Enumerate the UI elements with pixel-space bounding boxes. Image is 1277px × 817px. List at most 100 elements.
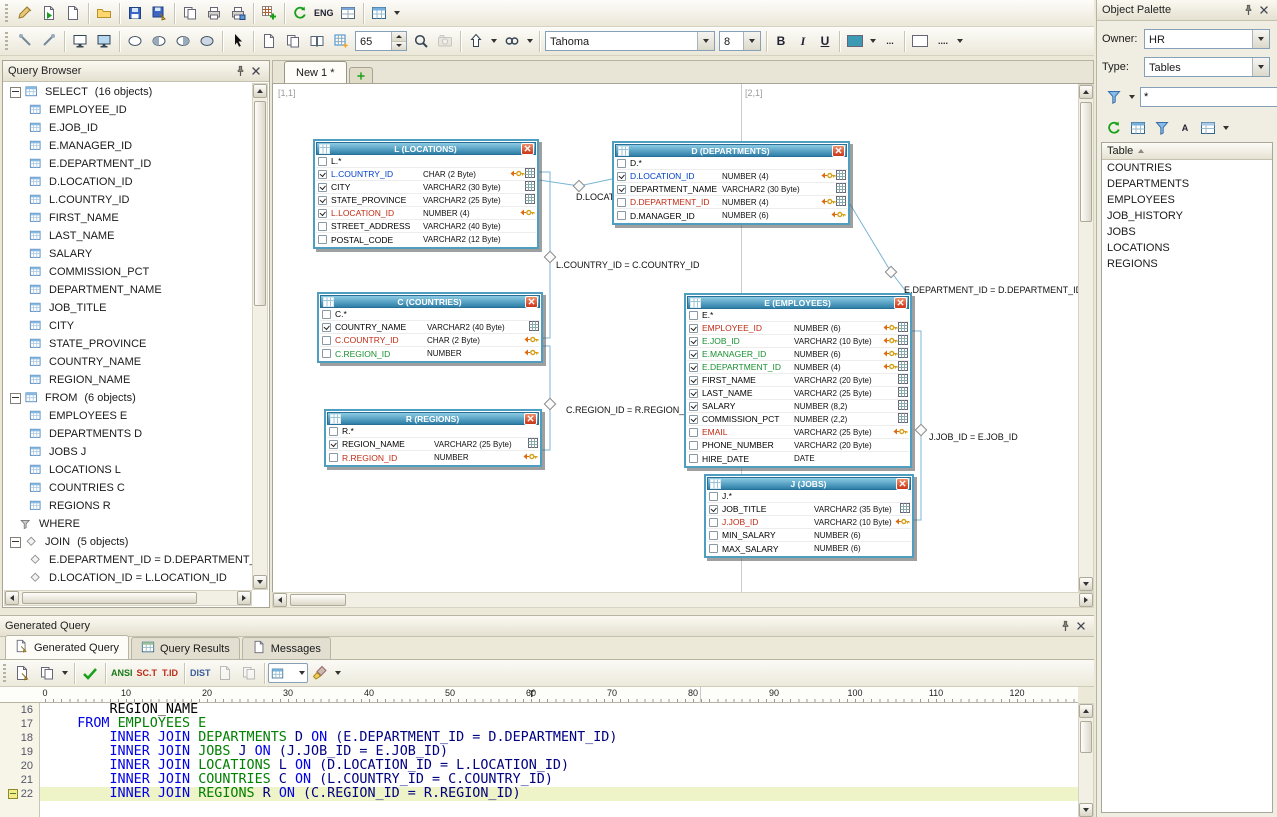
tree-item[interactable]: JOBS J [4,443,252,461]
scroll-right-button[interactable] [1079,593,1093,607]
column-row[interactable]: JOB_TITLEVARCHAR2 (35 Byte) [707,503,911,516]
scroll-thumb[interactable] [290,594,346,606]
font-family-combo[interactable]: Tahoma [545,31,715,51]
column-row[interactable]: D.* [615,157,847,170]
column-row[interactable]: E.JOB_IDVARCHAR2 (10 Byte) [687,335,909,348]
column-checkbox[interactable] [318,170,327,179]
tree-item[interactable]: COMMISSION_PCT [4,263,252,281]
column-row[interactable]: DEPARTMENT_NAMEVARCHAR2 (30 Byte) [615,183,847,196]
column-checkbox[interactable] [709,544,718,553]
font-size-dropdown[interactable] [743,32,760,50]
diagram-table-locations[interactable]: L (LOCATIONS)L.*L.COUNTRY_IDCHAR (2 Byte… [313,139,539,249]
toolbar-grip[interactable] [5,32,8,50]
open-file-icon[interactable] [92,2,116,25]
sql-line[interactable]: INNER JOIN LOCATIONS L ON (D.LOCATION_ID… [40,759,1078,773]
join-label[interactable]: E.DEPARTMENT_ID = D.DEPARTMENT_ID [904,285,1078,295]
object-list-item-regions[interactable]: REGIONS [1102,256,1272,272]
page-setup-icon[interactable] [305,30,329,53]
object-list-header[interactable]: Table [1102,143,1272,160]
tree-item[interactable]: LOCATIONS L [4,461,252,479]
table-alias-toggle[interactable]: T.ID [159,662,181,685]
tree-item[interactable]: E.JOB_ID [4,119,252,137]
print-setup-icon[interactable] [226,2,250,25]
tree-item[interactable]: STATE_PROVINCE [4,335,252,353]
column-row[interactable]: FIRST_NAMEVARCHAR2 (20 Byte) [687,374,909,387]
tree-item[interactable]: EMPLOYEE_ID [4,101,252,119]
italic-button[interactable]: I [792,30,814,53]
tree-item[interactable]: COUNTRIES C [4,479,252,497]
fit-to-grid-icon[interactable] [329,30,353,53]
column-checkbox[interactable] [617,211,626,220]
sql-line[interactable]: INNER JOIN JOBS J ON (J.JOB_ID = E.JOB_I… [40,745,1078,759]
tree-item[interactable]: E.DEPARTMENT_ID [4,155,252,173]
tree-item[interactable]: FIRST_NAME [4,209,252,227]
toolbar-grip[interactable] [3,664,6,682]
engine-button[interactable]: ENG [312,2,336,25]
column-checkbox[interactable] [689,363,698,372]
column-checkbox[interactable] [689,428,698,437]
column-checkbox[interactable] [318,196,327,205]
column-checkbox[interactable] [318,209,327,218]
close-icon[interactable] [1073,618,1089,634]
object-list-item-jobs[interactable]: JOBS [1102,224,1272,240]
tab-new-1[interactable]: New 1 * [284,61,347,83]
join-diamond[interactable] [573,180,584,191]
zoom-tool-icon[interactable] [409,30,433,53]
column-checkbox[interactable] [617,159,626,168]
column-checkbox[interactable] [689,324,698,333]
pin-icon[interactable] [232,63,248,79]
column-checkbox[interactable] [617,185,626,194]
column-checkbox[interactable] [689,311,698,320]
auto-join-icon[interactable] [500,30,524,53]
column-row[interactable]: R.REGION_IDNUMBER [327,451,539,464]
join-diamond[interactable] [544,251,555,262]
toolbar-grip[interactable] [5,4,8,22]
editor-code-area[interactable]: REGION_NAME FROM EMPLOYEES E INNER JOIN … [40,703,1078,817]
scroll-down-button[interactable] [1079,577,1093,591]
scroll-thumb[interactable] [254,101,266,306]
layout-tool-alt-icon[interactable] [37,30,61,53]
scroll-down-button[interactable] [1079,803,1093,817]
save-as-icon[interactable] [147,2,171,25]
view-shaded-icon[interactable] [92,30,116,53]
column-row[interactable]: J.* [707,490,911,503]
pin-icon[interactable] [1240,2,1256,18]
join-diamond[interactable] [915,424,926,435]
column-row[interactable]: COUNTRY_NAMEVARCHAR2 (40 Byte) [320,321,540,334]
scroll-left-button[interactable] [5,591,19,605]
expander-icon[interactable] [10,537,21,548]
scroll-down-button[interactable] [253,575,267,589]
column-checkbox[interactable] [329,427,338,436]
diagram-table-regions[interactable]: R (REGIONS)R.*REGION_NAMEVARCHAR2 (25 By… [324,409,542,467]
copy-sql-dropdown[interactable] [59,662,71,685]
having-clause-icon[interactable] [237,662,261,685]
column-checkbox[interactable] [689,376,698,385]
tree-item[interactable]: L.COUNTRY_ID [4,191,252,209]
refresh-list-icon[interactable] [1102,116,1126,139]
column-row[interactable]: J.JOB_IDVARCHAR2 (10 Byte) [707,516,911,529]
new-diagram-dropdown[interactable] [391,2,403,25]
sql-editor[interactable]: 16171819202122 REGION_NAME FROM EMPLOYEE… [0,703,1078,817]
owner-combo[interactable]: HR [1144,29,1270,49]
line-number[interactable]: 19 [21,745,33,759]
add-objects-icon[interactable] [257,2,281,25]
line-color-more-button[interactable]: ... [879,30,901,53]
execute-query-icon[interactable] [37,2,61,25]
diagram-table-employees[interactable]: E (EMPLOYEES)E.*EMPLOYEE_IDNUMBER (6)E.J… [684,293,912,468]
line-color-swatch[interactable] [843,30,867,53]
column-checkbox[interactable] [709,505,718,514]
column-row[interactable]: C.* [320,308,540,321]
font-size-combo[interactable]: 8 [719,31,761,51]
line-number[interactable]: 21 [21,773,33,787]
join-diamond[interactable] [544,398,555,409]
shape-right-fill-icon[interactable] [171,30,195,53]
apply-filter-icon[interactable] [1150,116,1174,139]
column-checkbox[interactable] [689,454,698,463]
add-tab-button[interactable] [349,67,373,83]
validate-sql-button[interactable] [78,662,102,685]
editor-vertical-scrollbar[interactable] [1078,703,1094,817]
table-close-button[interactable] [896,478,909,490]
scroll-thumb[interactable] [1080,102,1092,222]
tree-item[interactable]: CITY [4,317,252,335]
table-close-button[interactable] [832,145,845,157]
